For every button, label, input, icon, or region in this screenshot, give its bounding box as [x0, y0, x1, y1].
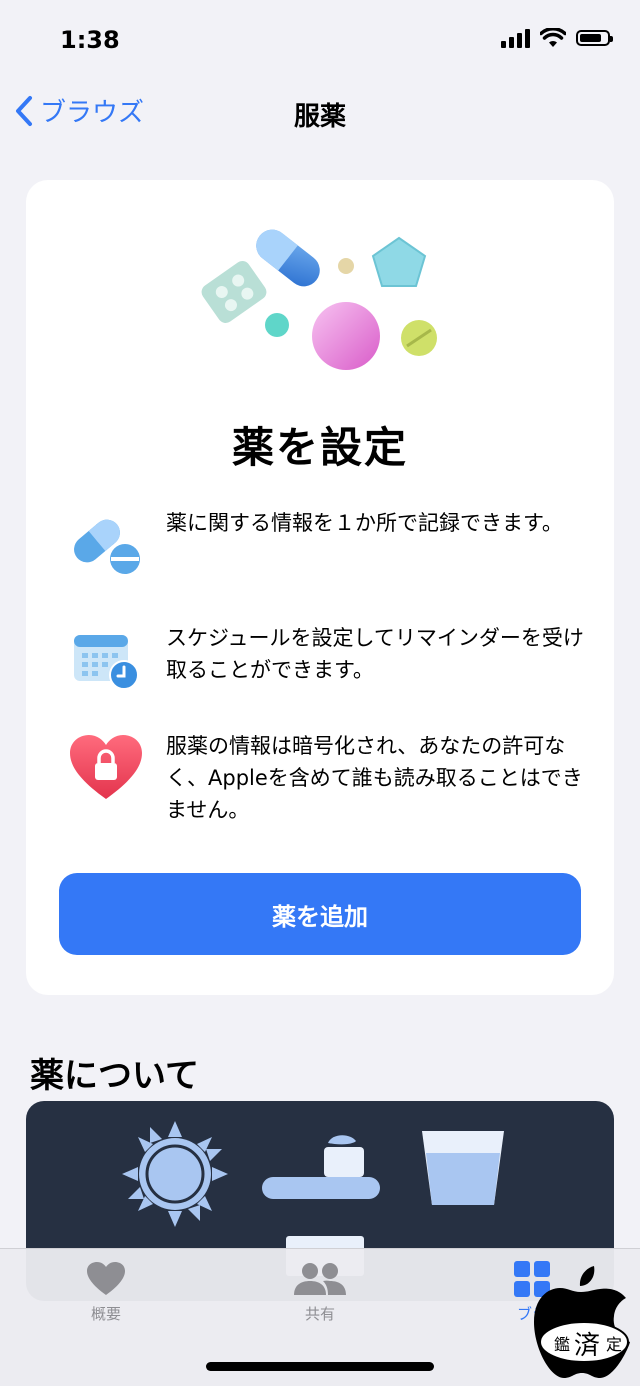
cellular-signal-icon	[501, 28, 530, 48]
medication-illustration	[201, 229, 437, 370]
status-time: 1:38	[60, 26, 120, 54]
apple-logo-watermark: 鑑 済 定	[534, 1266, 630, 1378]
pill-icon	[66, 505, 146, 585]
tab-label: 概要	[90, 1305, 121, 1323]
feature-schedule: スケジュールを設定してリマインダーを受け取ることができます。	[66, 620, 586, 700]
card-title: 薬を設定	[231, 423, 408, 472]
feature-text: 薬に関する情報を１か所で記録できます。	[166, 511, 563, 535]
status-bar: 1:38	[0, 0, 640, 80]
wifi-icon	[540, 28, 566, 47]
navigation-bar: ブラウズ 服薬	[0, 80, 640, 150]
people-icon	[294, 1263, 346, 1295]
tab-sharing[interactable]: 共有	[260, 1261, 380, 1324]
heart-icon	[87, 1262, 125, 1295]
home-indicator	[206, 1362, 434, 1371]
sun-icon	[122, 1121, 228, 1227]
watermark-text-left: 鑑	[554, 1335, 570, 1354]
heart-lock-icon	[66, 728, 146, 808]
feature-record: 薬に関する情報を１か所で記録できます。	[66, 505, 586, 585]
calendar-clock-icon	[66, 620, 146, 700]
medication-setup-card: 薬を設定 薬に関する情報を１か所で記録できます。 スケジュールを設定してリマイン…	[26, 180, 614, 995]
toothbrush-icon	[262, 1135, 380, 1199]
feature-text: スケジュールを設定してリマインダーを受け取ることができます。	[166, 626, 584, 682]
watermark-text-center: 済	[574, 1331, 600, 1361]
section-title: 薬について	[30, 1056, 199, 1096]
add-medication-button[interactable]: 薬を追加	[59, 873, 581, 955]
tab-label: 共有	[304, 1305, 335, 1323]
tab-summary[interactable]: 概要	[46, 1261, 166, 1324]
battery-icon	[576, 30, 613, 46]
watermark-text-right: 定	[606, 1335, 622, 1354]
feature-privacy: 服薬の情報は暗号化され、あなたの許可なく、Appleを含めて誰も読み取ることはで…	[66, 728, 586, 826]
water-glass-icon	[422, 1131, 504, 1205]
status-icons	[501, 28, 613, 48]
page-title: 服薬	[293, 102, 346, 132]
feature-text: 服薬の情報は暗号化され、あなたの許可なく、Appleを含めて誰も読み取ることはで…	[166, 734, 583, 822]
